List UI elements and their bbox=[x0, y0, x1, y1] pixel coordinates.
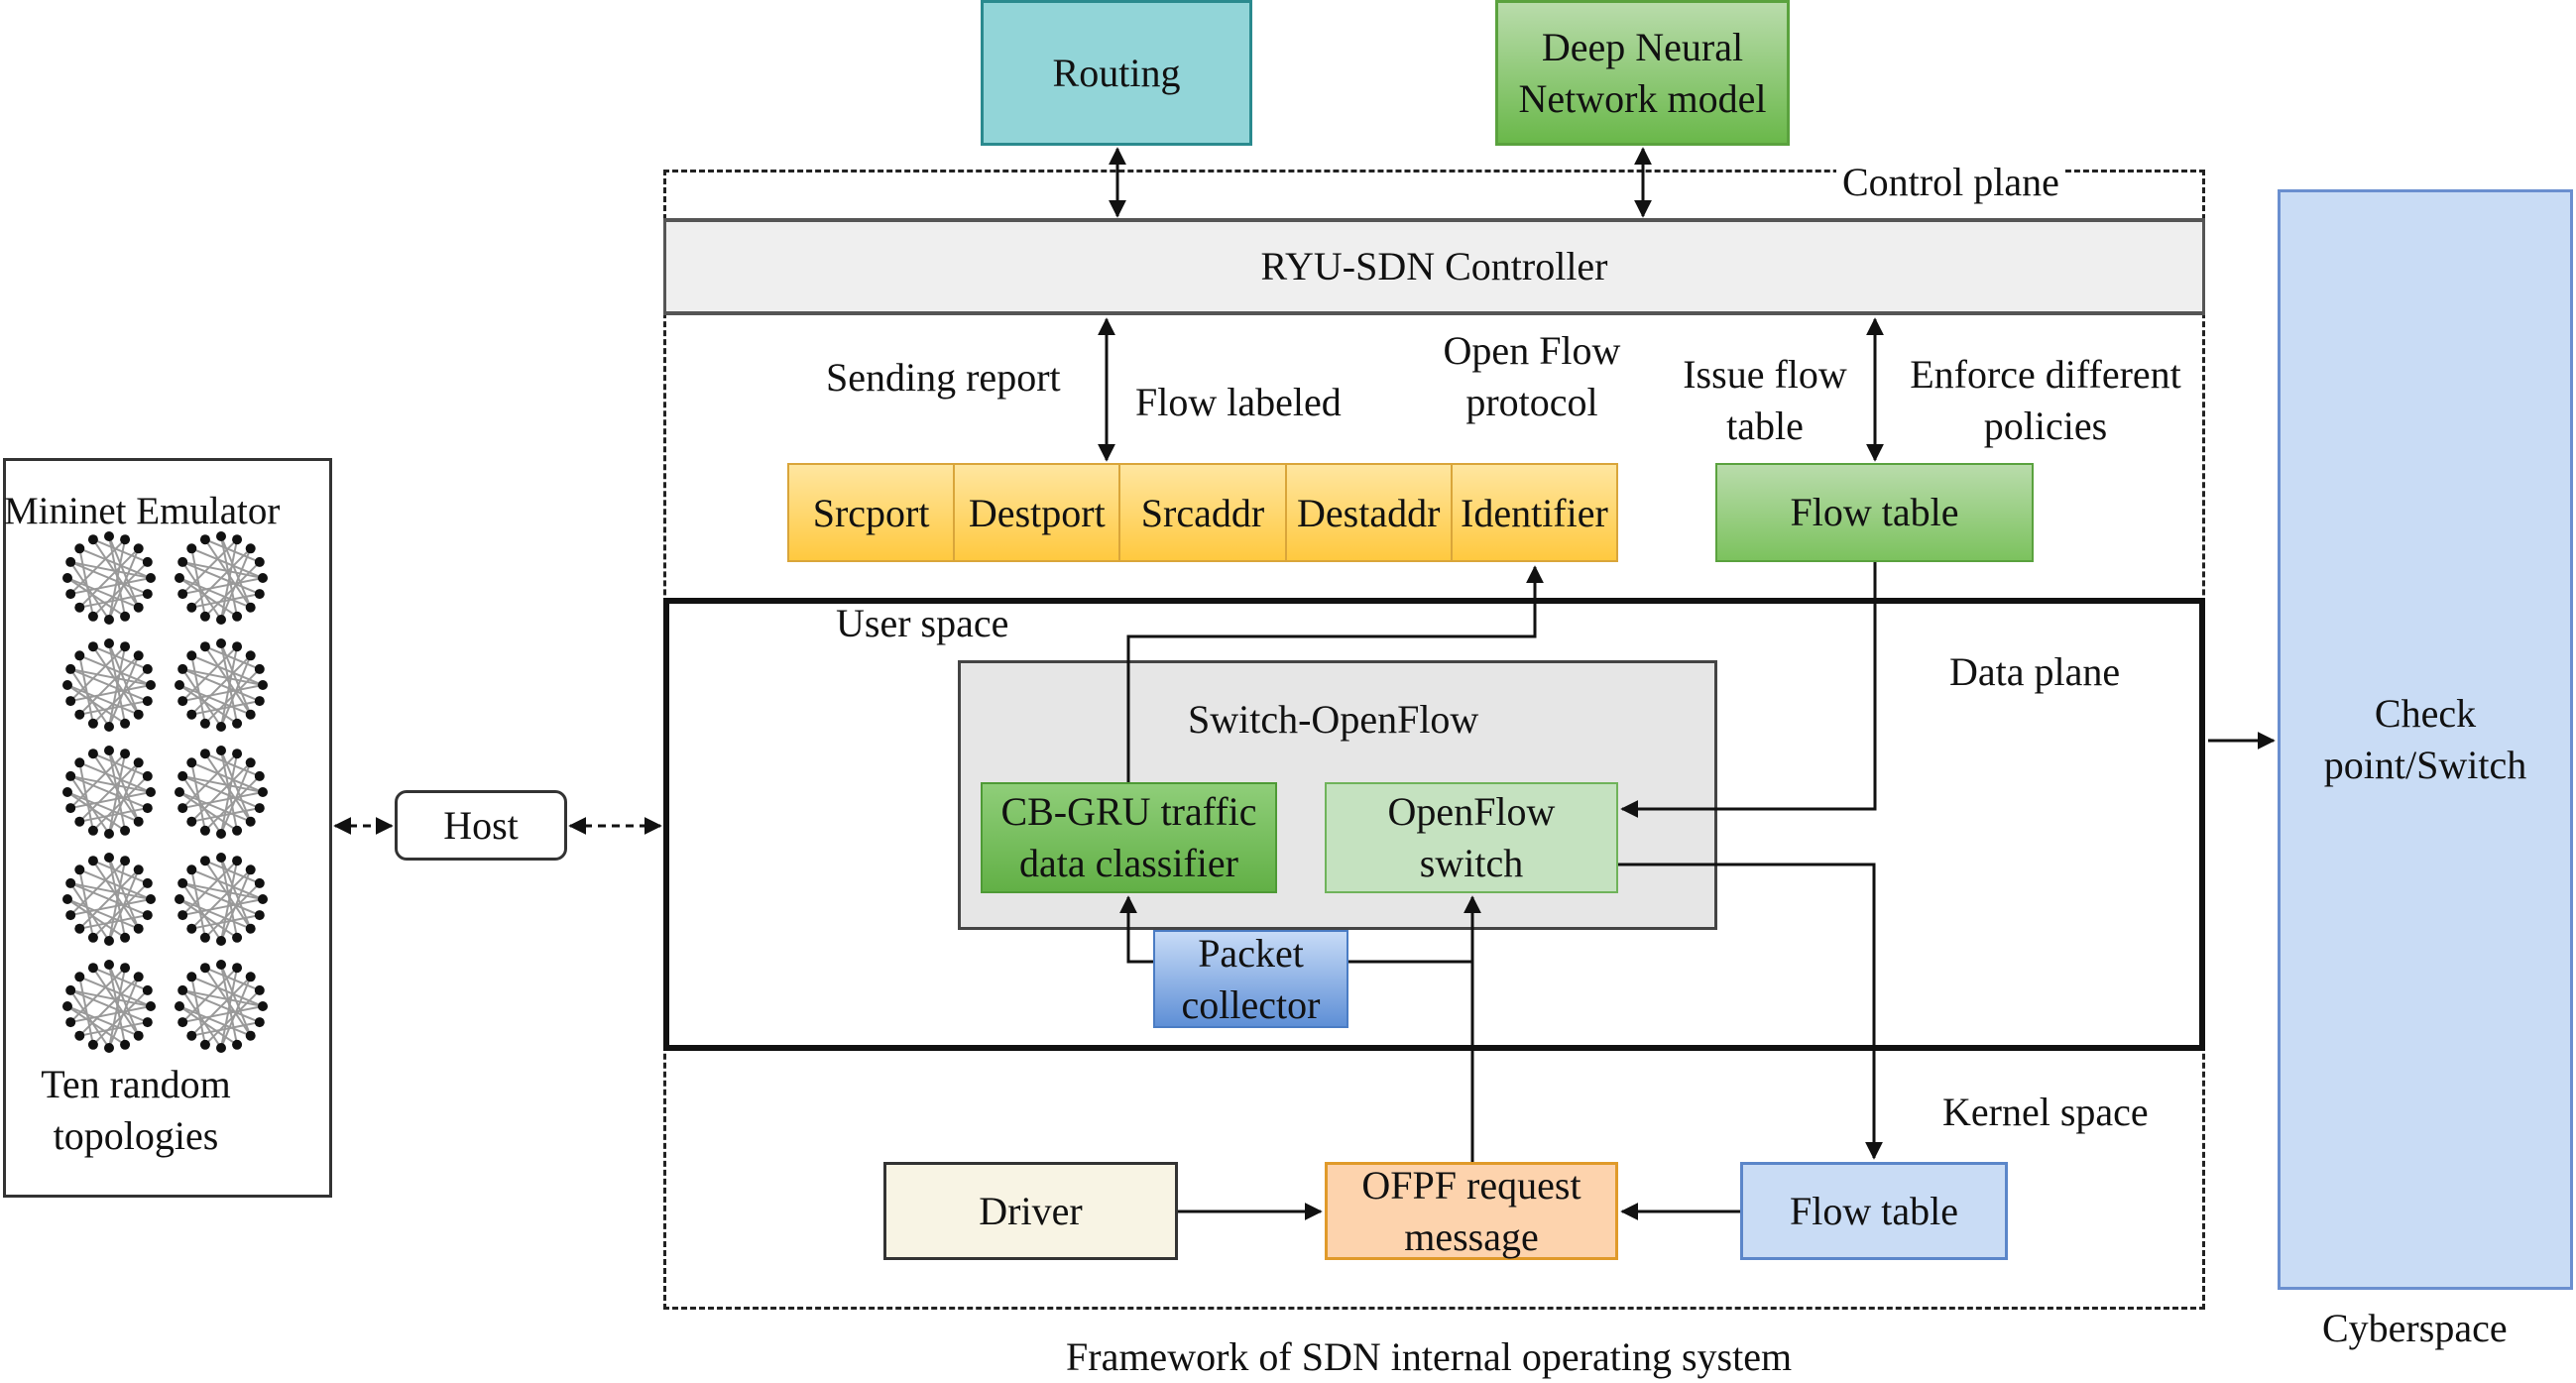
topology-icon bbox=[62, 531, 156, 625]
ofpf-request-box[interactable]: OFPF request message bbox=[1325, 1162, 1618, 1260]
topology-icon bbox=[175, 638, 268, 732]
user-space-label: User space bbox=[836, 601, 1009, 645]
host-box[interactable]: Host bbox=[395, 790, 567, 861]
sending-report-label: Sending report bbox=[826, 355, 1061, 400]
topology-icon bbox=[175, 853, 268, 946]
ryu-sdn-controller[interactable]: RYU-SDN Controller bbox=[663, 218, 2205, 315]
cyberspace-label: Cyberspace bbox=[2322, 1306, 2508, 1350]
kernel-space-label: Kernel space bbox=[1942, 1090, 2149, 1134]
openflow-switch[interactable]: OpenFlow switch bbox=[1325, 782, 1618, 893]
packet-collector-line1: Packet bbox=[1198, 930, 1304, 976]
topology-icon bbox=[175, 531, 268, 625]
ofpf-line1: OFPF request bbox=[1361, 1162, 1581, 1208]
flow-table-kernel-label: Flow table bbox=[1790, 1188, 1958, 1233]
checkpoint-switch[interactable]: Check point/Switch bbox=[2278, 189, 2573, 1290]
driver-box[interactable]: Driver bbox=[883, 1162, 1178, 1260]
openflow-switch-line1: OpenFlow bbox=[1387, 789, 1556, 834]
packet-fields-table: Srcport Destport Srcaddr Destaddr Identi… bbox=[787, 463, 1618, 562]
mininet-caption: Ten random topologies bbox=[22, 1059, 250, 1162]
enforce-policies-line1: Enforce different bbox=[1910, 352, 2181, 397]
checkpoint-line2: point/Switch bbox=[2323, 743, 2527, 787]
issue-flow-table-line1: Issue flow bbox=[1683, 352, 1847, 397]
field-destport[interactable]: Destport bbox=[955, 465, 1121, 560]
field-srcaddr[interactable]: Srcaddr bbox=[1120, 465, 1287, 560]
topology-icon bbox=[175, 960, 268, 1053]
flow-table-kernel[interactable]: Flow table bbox=[1740, 1162, 2008, 1260]
topology-grid bbox=[59, 530, 288, 1056]
mininet-caption-line2: topologies bbox=[53, 1113, 219, 1158]
switch-openflow-label: Switch-OpenFlow bbox=[1188, 697, 1479, 742]
topology-icon bbox=[175, 746, 268, 839]
framework-caption: Framework of SDN internal operating syst… bbox=[1066, 1334, 1793, 1379]
mininet-caption-line1: Ten random bbox=[41, 1062, 231, 1106]
field-destaddr[interactable]: Destaddr bbox=[1287, 465, 1453, 560]
enforce-policies-line2: policies bbox=[1983, 403, 2108, 448]
openflow-protocol-label: Open Flow protocol bbox=[1428, 325, 1636, 428]
dnn-label-line2: Network model bbox=[1518, 75, 1767, 121]
checkpoint-line1: Check bbox=[2374, 691, 2477, 736]
packet-collector-line2: collector bbox=[1181, 981, 1321, 1027]
host-label: Host bbox=[443, 802, 519, 848]
openflow-protocol-line2: protocol bbox=[1465, 380, 1598, 424]
field-srcport[interactable]: Srcport bbox=[789, 465, 956, 560]
topology-icon bbox=[62, 853, 156, 946]
openflow-switch-line2: switch bbox=[1419, 841, 1524, 885]
controller-label: RYU-SDN Controller bbox=[1260, 244, 1608, 288]
ofpf-line2: message bbox=[1404, 1213, 1539, 1259]
issue-flow-table-label: Issue flow table bbox=[1666, 349, 1864, 452]
routing-label: Routing bbox=[1052, 50, 1181, 95]
topology-icon bbox=[62, 960, 156, 1053]
issue-flow-table-line2: table bbox=[1726, 403, 1804, 448]
packet-collector[interactable]: Packet collector bbox=[1153, 930, 1348, 1028]
topology-icon bbox=[62, 638, 156, 732]
cbgru-classifier[interactable]: CB-GRU traffic data classifier bbox=[981, 782, 1277, 893]
enforce-policies-label: Enforce different policies bbox=[1892, 349, 2199, 452]
cbgru-line1: CB-GRU traffic bbox=[1000, 789, 1257, 834]
driver-label: Driver bbox=[979, 1188, 1083, 1233]
flow-table-control[interactable]: Flow table bbox=[1715, 463, 2034, 562]
routing-box[interactable]: Routing bbox=[981, 0, 1252, 146]
openflow-protocol-line1: Open Flow bbox=[1443, 328, 1621, 373]
dnn-model-box[interactable]: Deep Neural Network model bbox=[1495, 0, 1790, 146]
flow-table-control-label: Flow table bbox=[1790, 490, 1959, 534]
dnn-label-line1: Deep Neural bbox=[1541, 24, 1744, 69]
cbgru-line2: data classifier bbox=[1019, 841, 1238, 885]
field-identifier[interactable]: Identifier bbox=[1453, 465, 1616, 560]
flow-labeled-label: Flow labeled bbox=[1135, 380, 1342, 424]
data-plane-label: Data plane bbox=[1949, 649, 2121, 694]
topology-icon bbox=[62, 746, 156, 839]
control-plane-label: Control plane bbox=[1836, 157, 2065, 208]
